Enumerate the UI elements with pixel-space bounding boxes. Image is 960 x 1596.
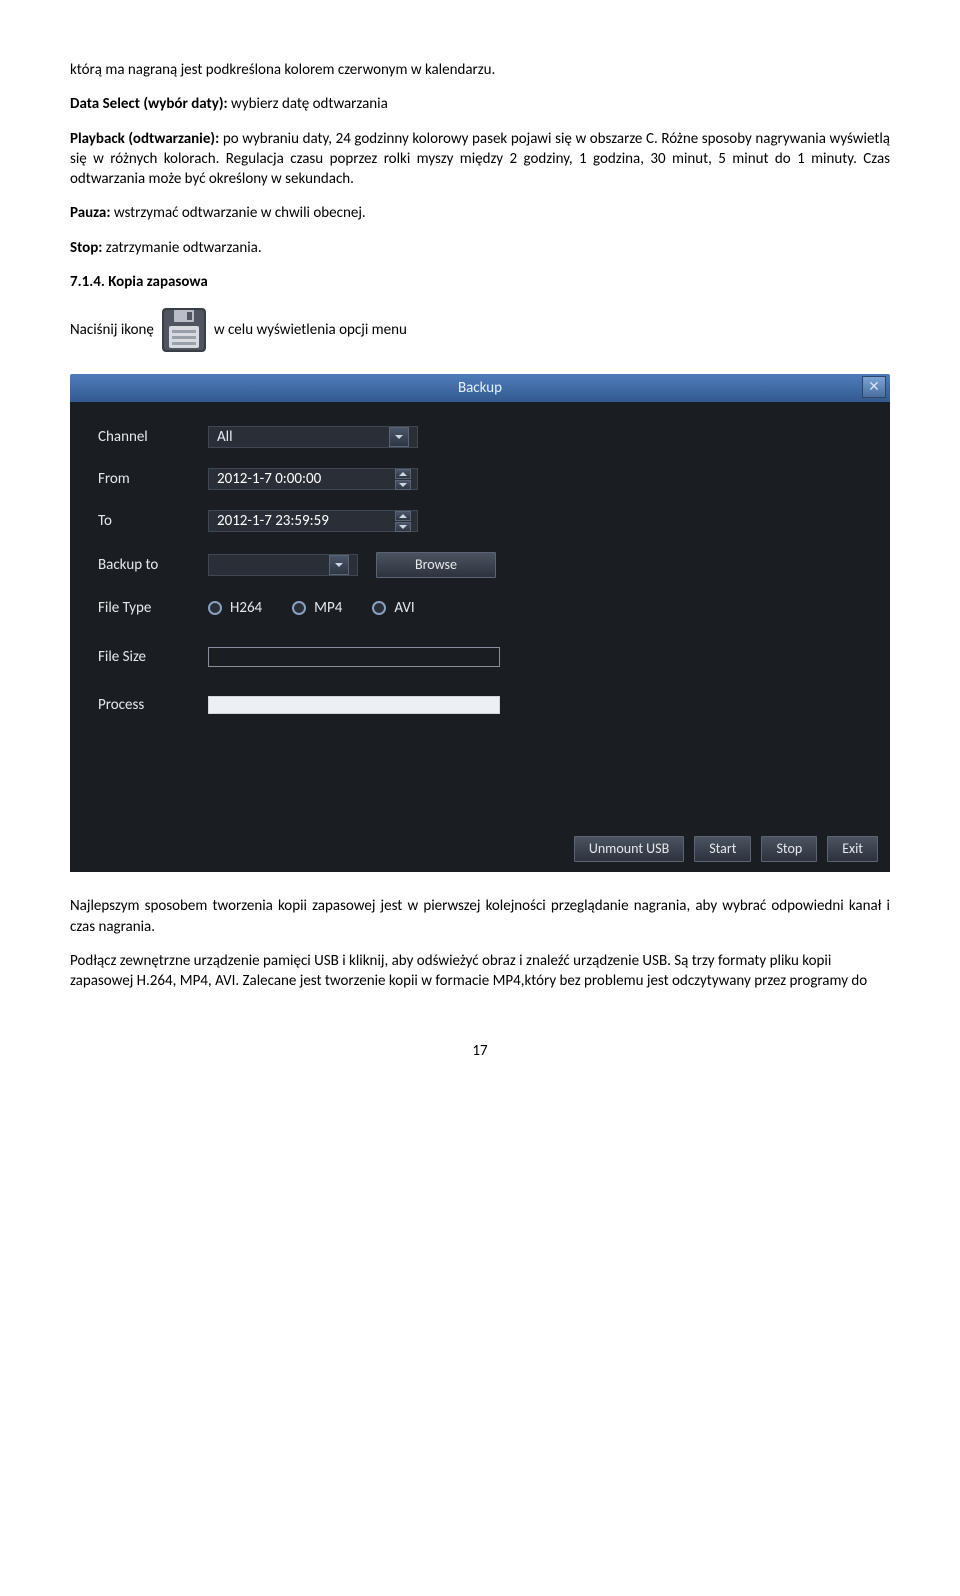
label-file-size: File Size	[98, 647, 208, 667]
close-button[interactable]: ✕	[862, 376, 886, 398]
progress-bar	[208, 696, 500, 714]
label-process: Process	[98, 695, 208, 715]
stop-button[interactable]: Stop	[761, 836, 817, 862]
from-datetime-input[interactable]: 2012-1-7 0:00:00	[208, 468, 418, 490]
radio-avi[interactable]: AVI	[372, 598, 414, 618]
label-to: To	[98, 511, 208, 531]
chevron-down-icon	[329, 555, 349, 575]
exit-button[interactable]: Exit	[827, 836, 878, 862]
heading-kopia-zapasowa: 7.1.4. Kopia zapasowa	[70, 272, 890, 292]
backup-dialog: Backup ✕ Channel All From 2012-1-7 0:00:…	[70, 374, 890, 872]
radio-icon	[292, 601, 306, 615]
to-datetime-value: 2012-1-7 23:59:59	[217, 511, 329, 531]
radio-icon	[208, 601, 222, 615]
channel-select[interactable]: All	[208, 426, 418, 448]
lead-playback: Playback (odtwarzanie):	[70, 130, 219, 148]
backup-to-select[interactable]	[208, 554, 358, 576]
start-button[interactable]: Start	[694, 836, 751, 862]
paragraph-intro: którą ma nagraną jest podkreślona kolore…	[70, 60, 890, 80]
unmount-usb-button[interactable]: Unmount USB	[574, 836, 684, 862]
radio-icon	[372, 601, 386, 615]
page-number: 17	[70, 1041, 890, 1061]
label-channel: Channel	[98, 427, 208, 447]
paragraph-usb: Podłącz zewnętrzne urządzenie pamięci US…	[70, 951, 890, 992]
radio-h264[interactable]: H264	[208, 598, 262, 618]
spinner-down-icon[interactable]	[395, 480, 411, 490]
from-datetime-value: 2012-1-7 0:00:00	[217, 469, 321, 489]
channel-select-value: All	[217, 427, 233, 447]
label-backup-to: Backup to	[98, 555, 208, 575]
to-datetime-input[interactable]: 2012-1-7 23:59:59	[208, 510, 418, 532]
spinner-down-icon[interactable]	[395, 522, 411, 532]
icon-row-post: w celu wyświetlenia opcji menu	[214, 320, 407, 340]
label-from: From	[98, 469, 208, 489]
rest-data-select: wybierz datę odtwarzania	[228, 95, 388, 113]
close-icon: ✕	[868, 378, 880, 397]
spinner-up-icon[interactable]	[395, 511, 411, 521]
label-file-type: File Type	[98, 598, 208, 618]
paragraph-playback: Playback (odtwarzanie): po wybraniu daty…	[70, 129, 890, 190]
chevron-down-icon	[389, 427, 409, 447]
dialog-title: Backup	[458, 378, 502, 398]
paragraph-stop: Stop: zatrzymanie odtwarzania.	[70, 238, 890, 258]
dialog-body: Channel All From 2012-1-7 0:00:00 To 201…	[70, 402, 890, 872]
floppy-disk-icon	[160, 306, 208, 354]
radio-mp4[interactable]: MP4	[292, 598, 342, 618]
browse-button[interactable]: Browse	[376, 552, 496, 578]
paragraph-best-way: Najlepszym sposobem tworzenia kopii zapa…	[70, 896, 890, 937]
lead-data-select: Data Select (wybór daty):	[70, 95, 228, 113]
lead-pauza: Pauza:	[70, 204, 110, 222]
rest-pauza: wstrzymać odtwarzanie w chwili obecnej.	[110, 204, 365, 222]
dialog-titlebar: Backup ✕	[70, 374, 890, 402]
paragraph-pauza: Pauza: wstrzymać odtwarzanie w chwili ob…	[70, 203, 890, 223]
radio-h264-label: H264	[230, 598, 262, 618]
radio-mp4-label: MP4	[314, 598, 342, 618]
lead-stop: Stop:	[70, 239, 102, 257]
radio-avi-label: AVI	[394, 598, 414, 618]
rest-stop: zatrzymanie odtwarzania.	[102, 239, 261, 257]
file-size-display	[208, 647, 500, 667]
icon-row-pre: Naciśnij ikonę	[70, 320, 154, 340]
paragraph-data-select: Data Select (wybór daty): wybierz datę o…	[70, 94, 890, 114]
spinner-up-icon[interactable]	[395, 469, 411, 479]
